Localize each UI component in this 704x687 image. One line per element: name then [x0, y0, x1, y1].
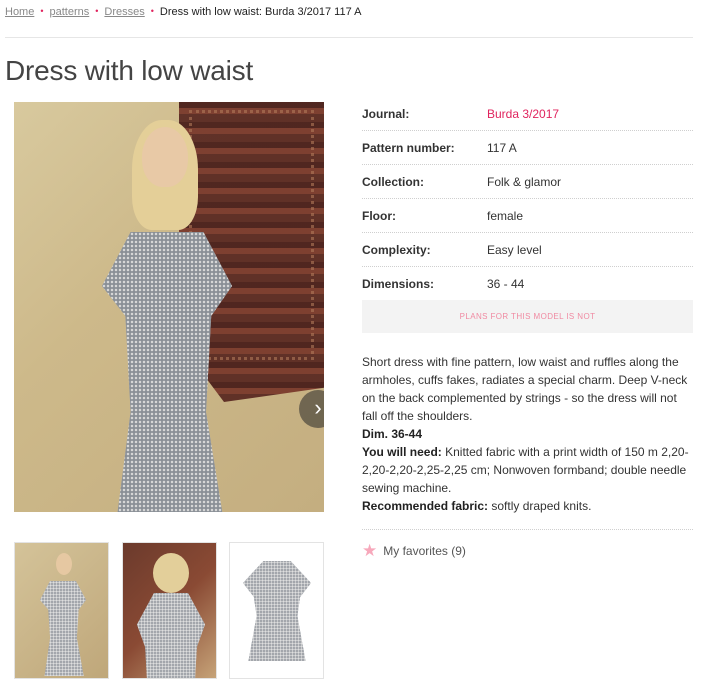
- thumbnail-dress: [243, 561, 311, 661]
- detail-label: Floor:: [362, 208, 396, 223]
- detail-value: 36 - 44: [487, 277, 525, 291]
- detail-row-complexity: Complexity: Easy level: [362, 233, 693, 267]
- thumbnail-back[interactable]: [122, 542, 217, 679]
- page-title: Dress with low waist: [5, 55, 254, 86]
- detail-label: Complexity:: [362, 242, 431, 257]
- thumbnail-model-head: [56, 553, 72, 575]
- detail-value: female: [487, 208, 524, 223]
- plans-unavailable-notice: PLANS FOR THIS MODEL IS NOT: [362, 300, 693, 333]
- description: Short dress with fine pattern, low waist…: [362, 353, 690, 515]
- breadcrumb-home[interactable]: Home: [5, 6, 34, 18]
- detail-row-dimensions: Dimensions: 36 - 44: [362, 267, 693, 301]
- model-head: [142, 127, 188, 187]
- description-need-label: You will need:: [362, 445, 442, 459]
- thumbnail-dress: [137, 593, 205, 678]
- thumbnail-dress: [40, 581, 86, 676]
- main-product-photo[interactable]: ›: [14, 102, 324, 512]
- detail-label: Pattern number:: [362, 140, 455, 155]
- detail-row-pattern-number: Pattern number: 117 A: [362, 131, 693, 165]
- breadcrumb-separator: •: [95, 6, 99, 16]
- thumbnail-front[interactable]: [14, 542, 109, 679]
- breadcrumb-current: Dress with low waist: Burda 3/2017 117 A: [159, 6, 362, 18]
- star-icon: ★: [362, 541, 378, 560]
- breadcrumb-dresses[interactable]: Dresses: [104, 6, 144, 18]
- pattern-details-table: Journal: Burda 3/2017 Pattern number: 11…: [362, 97, 693, 301]
- detail-row-journal: Journal: Burda 3/2017: [362, 97, 693, 131]
- detail-label: Collection:: [362, 174, 424, 189]
- description-fabric-label: Recommended fabric:: [362, 499, 489, 513]
- breadcrumb: Home • patterns • Dresses • Dress with low wai…: [5, 6, 361, 18]
- description-dimensions: Dim. 36-44: [362, 427, 423, 441]
- chevron-right-icon[interactable]: ›: [299, 390, 324, 428]
- detail-row-floor: Floor: female: [362, 199, 693, 233]
- thumbnail-model-hair: [153, 553, 189, 593]
- detail-value: Easy level: [487, 242, 542, 257]
- detail-value: Folk & glamor: [487, 174, 562, 189]
- divider: [5, 37, 693, 38]
- breadcrumb-patterns[interactable]: patterns: [50, 6, 90, 18]
- breadcrumb-separator: •: [150, 6, 154, 16]
- divider: [362, 529, 693, 530]
- journal-link[interactable]: Burda 3/2017: [487, 107, 559, 121]
- breadcrumb-separator: •: [40, 6, 44, 16]
- description-fabric-text: softly draped knits.: [491, 499, 592, 513]
- detail-value: 117 A: [487, 140, 517, 155]
- description-text: Short dress with fine pattern, low waist…: [362, 355, 688, 423]
- detail-label: Dimensions:: [362, 277, 435, 291]
- thumbnail-flat[interactable]: [229, 542, 324, 679]
- favorites-button[interactable]: ★ My favorites (9): [362, 541, 466, 561]
- detail-label: Journal:: [362, 106, 410, 121]
- favorites-label: My favorites (9): [383, 544, 466, 558]
- detail-row-collection: Collection: Folk & glamor: [362, 165, 693, 199]
